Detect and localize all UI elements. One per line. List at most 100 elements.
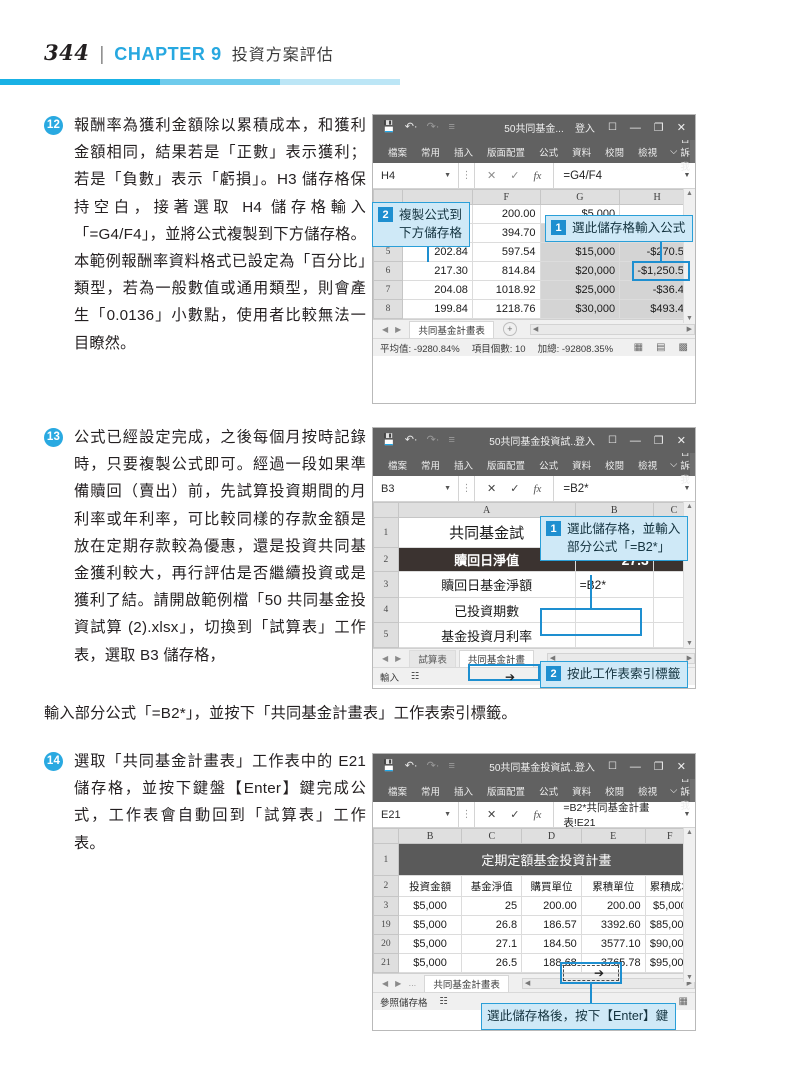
enter-formula-icon[interactable]: ✓ <box>510 482 519 495</box>
row-header[interactable]: 2 <box>373 547 399 572</box>
expand-formula-bar-icon[interactable]: ▼ <box>679 811 695 818</box>
table-row[interactable]: 4 已投資期數 <box>373 597 695 623</box>
enter-formula-icon[interactable]: ✓ <box>510 169 519 182</box>
enter-formula-icon[interactable]: ✓ <box>510 808 519 821</box>
table-row[interactable]: 5 基金投資月利率 <box>373 622 695 648</box>
cell[interactable]: 1018.92 <box>471 280 541 300</box>
cell[interactable]: 204.08 <box>401 280 473 300</box>
sheet-tab-trial-calc[interactable]: 試算表 <box>409 649 456 667</box>
cell[interactable]: 3392.60 <box>580 915 646 935</box>
ribbon-tab-view[interactable]: 檢視 <box>631 458 664 472</box>
table-row[interactable]: 1 定期定額基金投資計畫 <box>373 843 695 876</box>
window2-ribbon-tabs[interactable]: 檔案 常用 插入 版面配置 公式 資料 校閱 檢視 ⌵ 告訴我 ☺ 共用 <box>373 447 695 486</box>
row-header[interactable]: 3 <box>373 571 399 598</box>
page-break-view-icon[interactable]: ▩ <box>679 342 688 353</box>
sheet-prev-icon[interactable]: ◀ <box>382 654 388 663</box>
cell[interactable]: 200.00 <box>471 204 541 224</box>
more-icon[interactable]: ≡ <box>448 122 454 133</box>
window1-title-right[interactable]: 登入 ☐ — ❐ ✕ <box>575 120 695 136</box>
share-button[interactable]: ☺ 共用 <box>689 779 695 802</box>
save-icon[interactable]: 💾 <box>382 122 396 133</box>
ribbon-tab-review[interactable]: 校閱 <box>598 784 631 798</box>
window1-horizontal-scrollbar[interactable]: ◀ ▶ <box>529 323 695 335</box>
page-layout-view-icon[interactable]: ▤ <box>656 342 665 353</box>
row-header[interactable]: 6 <box>373 261 403 281</box>
cell[interactable]: 1218.76 <box>471 299 541 319</box>
sheet-prev-icon[interactable]: ◀ <box>382 325 388 334</box>
undo-icon[interactable]: ↶· <box>405 761 418 772</box>
sheet-next-icon[interactable]: ▶ <box>395 325 401 334</box>
cell[interactable]: $30,000 <box>539 299 621 319</box>
cell[interactable]: 199.84 <box>401 299 473 319</box>
cell[interactable]: 597.54 <box>471 242 541 262</box>
minimize-button[interactable]: — <box>630 122 641 134</box>
row-header[interactable]: 3 <box>373 896 399 916</box>
sheet-nav-arrows[interactable]: ◀ ▶ … <box>377 979 421 988</box>
close-button[interactable]: ✕ <box>677 434 686 447</box>
ribbon-tab-home[interactable]: 常用 <box>414 784 447 798</box>
ribbon-tab-formulas[interactable]: 公式 <box>532 458 565 472</box>
window3-vertical-scrollbar[interactable]: ▲ ▼ <box>683 828 695 982</box>
normal-view-icon[interactable]: ▦ <box>679 996 688 1007</box>
ribbon-display-options-icon[interactable]: ☐ <box>608 761 617 772</box>
sheet-next-icon[interactable]: ▶ <box>395 654 401 663</box>
close-button[interactable]: ✕ <box>677 760 686 773</box>
table-row[interactable]: 19 $5,000 26.8 186.57 3392.60 $85,000 <box>373 915 695 935</box>
ribbon-tab-data[interactable]: 資料 <box>565 145 598 159</box>
window2-quick-access-toolbar[interactable]: 💾 ↶· ↷· ≡ <box>373 435 455 446</box>
insert-function-icon[interactable]: fx <box>533 483 541 495</box>
hscroll-left-icon[interactable]: ◀ <box>525 979 530 987</box>
more-icon[interactable]: ≡ <box>448 761 454 772</box>
row-header[interactable]: 7 <box>373 280 403 300</box>
undo-icon[interactable]: ↶· <box>405 122 418 133</box>
window2-formula-input[interactable]: =B2* <box>554 483 679 495</box>
column-header-c[interactable]: C <box>461 828 523 844</box>
ribbon-display-options-icon[interactable]: ☐ <box>608 122 617 133</box>
ribbon-tab-insert[interactable]: 插入 <box>447 145 480 159</box>
maximize-button[interactable]: ❐ <box>654 760 664 773</box>
ribbon-tab-insert[interactable]: 插入 <box>447 458 480 472</box>
share-button[interactable]: ☺ 共用 <box>689 453 695 476</box>
redo-icon[interactable]: ↷· <box>427 122 440 133</box>
window1-formula-bar[interactable]: H4 ▼ ⋮ ✕ ✓ fx =G4/F4 ▼ <box>373 163 695 189</box>
scroll-down-icon[interactable]: ▼ <box>686 640 693 647</box>
maximize-button[interactable]: ❐ <box>654 434 664 447</box>
ribbon-tab-formulas[interactable]: 公式 <box>532 145 565 159</box>
ribbon-tab-file[interactable]: 檔案 <box>381 458 414 472</box>
cell[interactable]: $15,000 <box>539 242 621 262</box>
undo-icon[interactable]: ↶· <box>405 435 418 446</box>
redo-icon[interactable]: ↷· <box>427 761 440 772</box>
sheet-overflow-icon[interactable]: … <box>408 979 416 988</box>
ribbon-tab-file[interactable]: 檔案 <box>381 784 414 798</box>
sheet-nav-arrows[interactable]: ◀ ▶ <box>377 325 406 334</box>
ribbon-display-options-icon[interactable]: ☐ <box>608 435 617 446</box>
maximize-button[interactable]: ❐ <box>654 121 664 134</box>
window3-view-buttons[interactable]: ▦ <box>679 996 688 1007</box>
scroll-up-icon[interactable]: ▲ <box>686 829 693 836</box>
cell[interactable]: 27.1 <box>461 934 523 954</box>
row-header[interactable]: 4 <box>373 597 399 623</box>
scroll-up-icon[interactable]: ▲ <box>686 503 693 510</box>
cell-being-edited[interactable]: =B2* <box>574 571 654 598</box>
ribbon-tab-pagelayout[interactable]: 版面配置 <box>480 145 532 159</box>
ribbon-tab-data[interactable]: 資料 <box>565 784 598 798</box>
sheet-next-icon[interactable]: ▶ <box>395 979 401 988</box>
cell[interactable]: 200.00 <box>580 896 646 916</box>
cell[interactable]: 26.5 <box>461 953 523 973</box>
sign-in-label[interactable]: 登入 <box>575 120 595 135</box>
sheet-tab-fund-plan[interactable]: 共同基金計畫表 <box>409 320 494 338</box>
cancel-formula-icon[interactable]: ✕ <box>487 169 496 182</box>
row-header[interactable]: 1 <box>373 517 399 548</box>
window3-grid[interactable]: B C D E F 1 定期定額基金投資計畫 2 投資金額 基金淨值 購買單位 … <box>373 828 695 982</box>
chevron-down-icon[interactable]: ▼ <box>444 811 451 818</box>
window1-name-box[interactable]: H4 ▼ <box>373 163 459 188</box>
cell[interactable]: 贖回日基金淨額 <box>397 571 576 598</box>
scroll-down-icon[interactable]: ▼ <box>686 974 693 981</box>
scroll-up-icon[interactable]: ▲ <box>686 190 693 197</box>
row-header[interactable]: 19 <box>373 915 399 935</box>
row-header[interactable]: 20 <box>373 934 399 954</box>
column-header-d[interactable]: D <box>521 828 582 844</box>
window1-formula-buttons[interactable]: ✕ ✓ fx <box>474 163 555 188</box>
ribbon-tab-view[interactable]: 檢視 <box>631 145 664 159</box>
window1-sheet-tab-strip[interactable]: ◀ ▶ 共同基金計畫表 + ◀ ▶ <box>373 319 695 338</box>
